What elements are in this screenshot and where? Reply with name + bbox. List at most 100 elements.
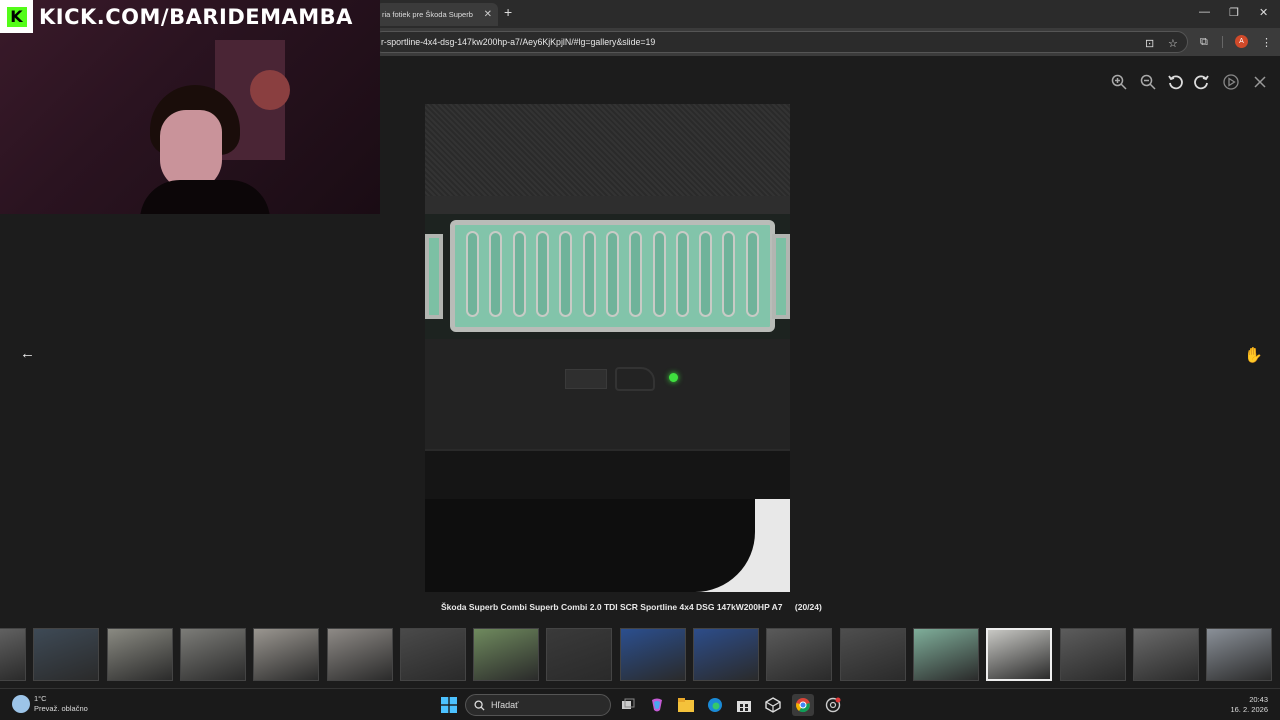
weather-widget[interactable]: 1°C Prevaž. oblačno — [12, 694, 88, 714]
toolbar-separator — [1222, 36, 1223, 48]
gallery-thumbnail[interactable] — [1206, 628, 1272, 681]
kick-logo: K — [0, 0, 33, 33]
grille-center — [450, 220, 775, 332]
photo-door-edge — [425, 449, 790, 499]
chrome-browser-icon[interactable] — [792, 694, 814, 716]
tab-title: ria fotiek pre Škoda Superb — [382, 10, 473, 19]
next-arrow-cursor-icon[interactable]: ✋ — [1244, 346, 1263, 364]
minimize-button[interactable]: — — [1199, 6, 1210, 18]
gallery-thumbnail[interactable] — [620, 628, 686, 681]
gallery-thumbnail[interactable] — [693, 628, 759, 681]
gallery-thumbnail[interactable] — [766, 628, 832, 681]
grille-slot — [745, 231, 759, 317]
clock-date: 16. 2. 2026 — [1230, 705, 1268, 714]
file-explorer-icon[interactable] — [675, 694, 697, 716]
photo-vent-grille — [425, 214, 790, 339]
grille-slot — [675, 231, 689, 317]
gallery-thumbnail[interactable] — [253, 628, 319, 681]
new-tab-button[interactable]: + — [504, 4, 512, 20]
caption-text: Škoda Superb Combi Superb Combi 2.0 TDI … — [441, 602, 783, 612]
browser-menu-icon[interactable]: ⋮ — [1261, 36, 1272, 49]
profile-avatar[interactable]: A — [1235, 35, 1248, 48]
edge-browser-icon[interactable] — [704, 694, 726, 716]
gallery-thumbnail[interactable] — [180, 628, 246, 681]
thumbnail-strip — [0, 628, 1280, 682]
gallery-main-photo — [425, 104, 790, 592]
weather-condition: Prevaž. oblačno — [34, 704, 88, 713]
start-button[interactable] — [438, 694, 460, 716]
streamer-webcam: K KICK.COM/BARIDEMAMBA — [0, 0, 380, 214]
gallery-thumbnail[interactable] — [546, 628, 612, 681]
gallery-thumbnail[interactable] — [107, 628, 173, 681]
rotate-right-icon[interactable] — [1192, 73, 1210, 91]
gallery-thumbnail[interactable] — [913, 628, 979, 681]
grille-slot — [629, 231, 643, 317]
bookmark-star-icon[interactable]: ☆ — [1168, 37, 1178, 50]
store-icon[interactable] — [733, 694, 755, 716]
grille-slot — [699, 231, 713, 317]
slide-counter: (20/24) — [794, 602, 822, 612]
photo-seat-panel — [425, 339, 790, 449]
grille-slot — [605, 231, 619, 317]
gallery-thumbnail[interactable] — [0, 628, 26, 681]
url-text: r-sportline-4x4-dsg-147kw200hp-a7/Aey6Kj… — [381, 37, 656, 47]
cloud-icon — [12, 695, 30, 713]
grille-slot — [489, 231, 503, 317]
chrome-alt-icon[interactable] — [822, 694, 844, 716]
gallery-thumbnail[interactable] — [840, 628, 906, 681]
webcam-background-lamp — [250, 70, 290, 110]
gallery-thumbnail[interactable] — [473, 628, 539, 681]
photo-carpet — [425, 104, 790, 199]
system-clock[interactable]: 20:43 16. 2. 2026 — [1230, 695, 1268, 715]
grille-side-left — [425, 234, 443, 319]
webcam-person-shirt — [140, 180, 270, 214]
grille-slot — [536, 231, 550, 317]
screen: ria fotiek pre Škoda Superb ✕ + — ❐ ✕ r-… — [0, 0, 1280, 720]
window-close-button[interactable]: ✕ — [1259, 6, 1268, 19]
photo-caption: Škoda Superb Combi Superb Combi 2.0 TDI … — [441, 602, 822, 612]
play-icon[interactable] — [1222, 73, 1240, 91]
temperature: 1°C — [34, 694, 47, 703]
tab-close-icon[interactable]: ✕ — [484, 9, 492, 20]
clock-time: 20:43 — [1249, 695, 1268, 704]
copilot-icon[interactable] — [646, 694, 668, 716]
search-icon — [474, 699, 485, 711]
panel-button — [565, 369, 607, 389]
gallery-thumbnail[interactable] — [1060, 628, 1126, 681]
taskbar-search-box[interactable]: Hľadať — [465, 694, 611, 716]
grille-slot — [559, 231, 573, 317]
gallery-thumbnail[interactable] — [400, 628, 466, 681]
gallery-thumbnail[interactable] — [33, 628, 99, 681]
stream-url-text: KICK.COM/BARIDEMAMBA — [39, 4, 353, 29]
grille-side-right — [772, 234, 790, 319]
grille-slot — [722, 231, 736, 317]
gallery-thumbnail[interactable] — [327, 628, 393, 681]
task-view-icon[interactable] — [617, 694, 639, 716]
extensions-icon[interactable]: ⧉ — [1200, 36, 1208, 49]
grille-slot — [466, 231, 480, 317]
app-icon-cube[interactable] — [762, 694, 784, 716]
address-bar[interactable]: r-sportline-4x4-dsg-147kw200hp-a7/Aey6Kj… — [372, 31, 1188, 53]
weather-text: 1°C Prevaž. oblačno — [34, 694, 88, 714]
previous-arrow-icon[interactable]: ← — [20, 345, 35, 362]
install-app-icon[interactable]: ⊡ — [1145, 37, 1154, 50]
stream-overlay-banner: K KICK.COM/BARIDEMAMBA — [0, 0, 370, 33]
indicator-led — [669, 373, 678, 382]
kick-logo-letter: K — [6, 6, 27, 27]
grille-slot — [652, 231, 666, 317]
close-icon[interactable] — [1251, 73, 1269, 91]
gallery-thumbnail[interactable] — [986, 628, 1052, 681]
zoom-out-icon[interactable] — [1139, 73, 1157, 91]
maximize-button[interactable]: ❐ — [1229, 6, 1239, 19]
browser-tab[interactable]: ria fotiek pre Škoda Superb ✕ — [376, 3, 498, 26]
grille-slot — [512, 231, 526, 317]
webcam-person-face — [160, 110, 222, 190]
zoom-in-icon[interactable] — [1110, 73, 1128, 91]
windows-taskbar: 1°C Prevaž. oblačno Hľadať 20:43 16. 2. … — [0, 688, 1280, 720]
rotate-left-icon[interactable] — [1167, 73, 1185, 91]
photo-shadow — [425, 499, 755, 592]
seat-symbol — [615, 367, 655, 391]
gallery-thumbnail[interactable] — [1133, 628, 1199, 681]
search-label: Hľadať — [491, 700, 519, 710]
grille-slot — [582, 231, 596, 317]
